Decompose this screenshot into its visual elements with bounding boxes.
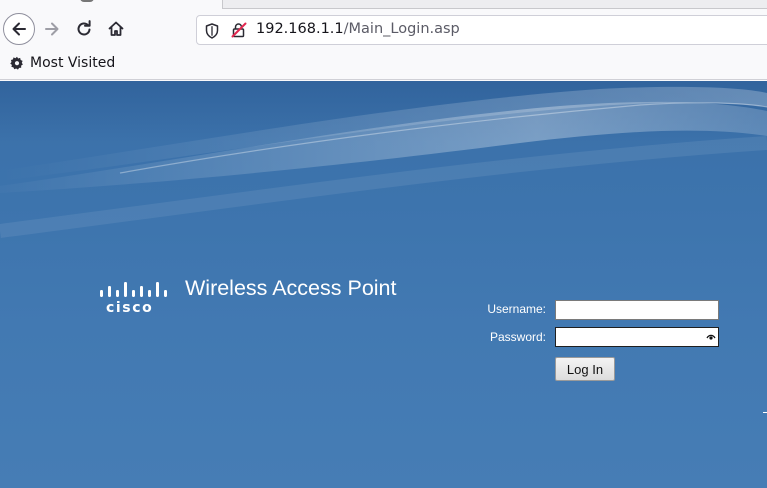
back-button[interactable] <box>3 13 35 45</box>
bookmarks-toolbar: Most Visited <box>0 51 767 80</box>
edge-marker <box>763 412 767 413</box>
cisco-bars-icon <box>100 282 167 297</box>
bookmark-most-visited[interactable]: Most Visited <box>10 55 115 71</box>
reveal-password-icon[interactable] <box>706 332 716 342</box>
back-arrow-icon <box>12 22 26 36</box>
forward-button[interactable] <box>36 13 68 45</box>
forward-arrow-icon <box>45 22 59 36</box>
username-label: Username: <box>487 302 546 316</box>
username-input[interactable] <box>555 300 719 320</box>
tab-strip <box>0 0 767 9</box>
reload-icon <box>77 20 91 36</box>
url-path: /Main_Login.asp <box>343 21 460 37</box>
tab-active-edge[interactable] <box>222 0 767 9</box>
url-host: 192.168.1.1 <box>256 21 344 37</box>
cisco-logo: cisco <box>99 281 169 321</box>
tab-edge-fragment <box>80 0 94 2</box>
address-bar[interactable]: 192.168.1.1/Main_Login.asp <box>196 15 767 45</box>
home-icon <box>108 21 124 36</box>
password-label: Password: <box>489 330 546 344</box>
login-form: Username: Password: Log In <box>470 299 730 389</box>
password-input[interactable] <box>555 327 719 347</box>
login-button[interactable]: Log In <box>555 357 615 381</box>
page-title: Wireless Access Point <box>185 276 397 300</box>
reload-button[interactable] <box>68 13 100 45</box>
insecure-lock-icon[interactable] <box>231 22 247 38</box>
home-button[interactable] <box>100 13 132 45</box>
gear-icon <box>10 56 23 70</box>
shield-icon[interactable] <box>205 23 219 39</box>
bookmark-label: Most Visited <box>30 55 116 71</box>
cisco-wordmark: cisco <box>106 300 154 316</box>
login-page: cisco Wireless Access Point Username: Pa… <box>0 81 767 488</box>
navigation-toolbar: 192.168.1.1/Main_Login.asp <box>0 9 767 51</box>
url-text[interactable]: 192.168.1.1/Main_Login.asp <box>256 21 460 37</box>
